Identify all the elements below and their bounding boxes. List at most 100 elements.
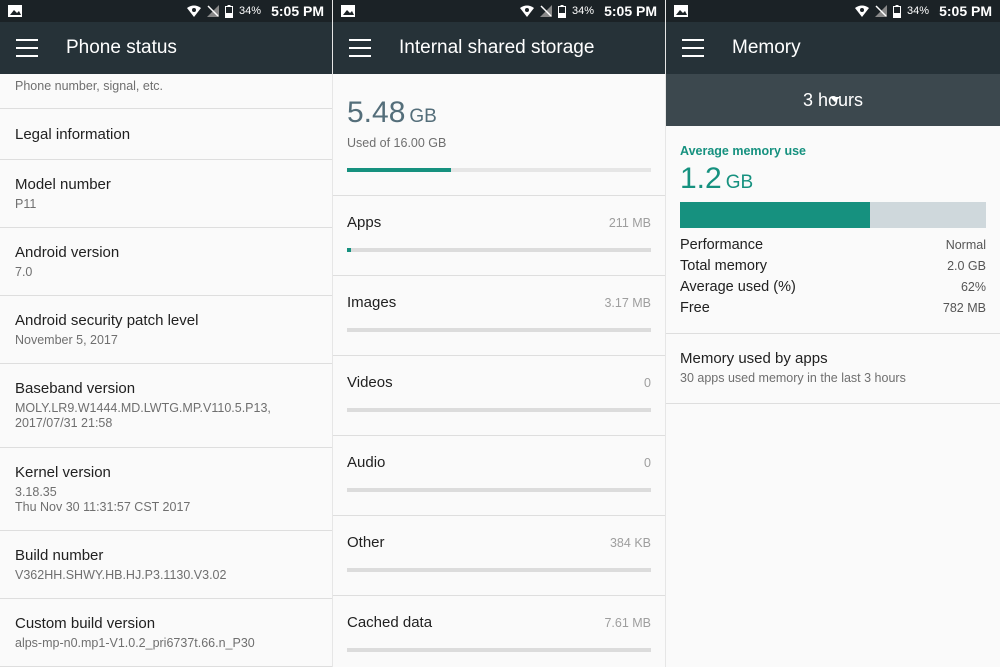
- menu-icon[interactable]: [16, 39, 38, 57]
- page-title: Memory: [732, 37, 801, 58]
- status-bar: 34% 5:05 PM: [666, 0, 1000, 22]
- memory-usage-fill: [680, 202, 870, 228]
- list-item-subtitle: alps-mp-n0.mp1-V1.0.2_pri6737t.66.n_P30: [15, 635, 255, 650]
- storage-row-value: 211 MB: [608, 216, 651, 230]
- storage-row-label: Other: [347, 534, 385, 551]
- list-item-legal[interactable]: Legal information: [0, 109, 332, 160]
- list-item-title: Build number: [15, 546, 104, 564]
- clock: 5:05 PM: [604, 3, 657, 19]
- no-signal-icon: [875, 5, 888, 17]
- average-memory-title: Average memory use: [680, 144, 806, 158]
- storage-row-bar: [347, 328, 651, 332]
- wifi-icon: [187, 5, 202, 17]
- storage-used-value: 5.48 GB: [347, 96, 437, 129]
- app-bar: Memory: [666, 22, 1000, 74]
- menu-icon[interactable]: [682, 39, 704, 57]
- storage-row-other[interactable]: Other 384 KB: [333, 516, 665, 596]
- battery-icon: [893, 4, 902, 18]
- storage-row-bar: [347, 488, 651, 492]
- storage-row-label: Videos: [347, 374, 393, 391]
- storage-row-label: Cached data: [347, 614, 433, 631]
- list-item-build-number[interactable]: Build number V362HH.SHWY.HB.HJ.P3.1130.V…: [0, 531, 332, 599]
- storage-row-bar: [347, 408, 651, 412]
- storage-row-value: 0: [644, 376, 651, 390]
- list-item-title: Custom build version: [15, 614, 156, 632]
- battery-icon: [225, 4, 234, 18]
- dropdown-arrow-icon: [830, 97, 840, 102]
- list-item-status[interactable]: Phone number, signal, etc.: [0, 74, 332, 109]
- memory-panel: 34% 5:05 PM Memory 3 hours Average memor…: [666, 0, 1000, 667]
- storage-row-bar: [347, 248, 651, 252]
- page-title: Internal shared storage: [399, 37, 595, 58]
- storage-panel: 34% 5:05 PM Internal shared storage 5.48…: [333, 0, 666, 667]
- storage-row-bar: [347, 648, 651, 652]
- list-item-subtitle: November 5, 2017: [15, 332, 118, 347]
- storage-row-videos[interactable]: Videos 0: [333, 356, 665, 436]
- list-item-subtitle: MOLY.LR9.W1444.MD.LWTG.MP.V110.5.P13, 20…: [15, 401, 271, 430]
- phone-status-panel: 34% 5:05 PM Phone status Phone number, s…: [0, 0, 333, 667]
- list-item-title: Android version: [15, 243, 120, 261]
- app-bar: Internal shared storage: [333, 22, 665, 74]
- list-item-title: Baseband version: [15, 380, 136, 397]
- app-bar: Phone status: [0, 22, 332, 74]
- status-bar: 34% 5:05 PM: [0, 0, 332, 22]
- storage-row-fill: [347, 248, 351, 252]
- list-item-security-patch[interactable]: Android security patch level November 5,…: [0, 296, 332, 364]
- storage-summary: 5.48 GB Used of 16.00 GB: [333, 74, 665, 196]
- stat-average-used: Average used (%) 62%: [680, 279, 986, 295]
- battery-percent: 34%: [239, 5, 262, 17]
- storage-row-label: Apps: [347, 214, 382, 231]
- storage-usage-bar: [347, 168, 651, 172]
- storage-row-value: 7.61 MB: [604, 616, 651, 630]
- screenshots-row: 34% 5:05 PM Phone status Phone number, s…: [0, 0, 1000, 667]
- storage-row-value: 0: [644, 456, 651, 470]
- list-item-title: Model number: [15, 175, 111, 193]
- storage-row-audio[interactable]: Audio 0: [333, 436, 665, 516]
- image-notification-icon: [341, 5, 355, 17]
- storage-row-cached-data[interactable]: Cached data 7.61 MB: [333, 596, 665, 667]
- list-item-android-version[interactable]: Android version 7.0: [0, 228, 332, 296]
- storage-row-images[interactable]: Images 3.17 MB: [333, 276, 665, 356]
- stat-performance: Performance Normal: [680, 237, 986, 253]
- stat-free: Free 782 MB: [680, 300, 986, 316]
- stat-total-memory: Total memory 2.0 GB: [680, 258, 986, 274]
- list-item-subtitle: P11: [15, 196, 37, 211]
- list-item-title: Android security patch level: [15, 311, 199, 329]
- average-memory-value: 1.2 GB: [680, 162, 754, 195]
- storage-row-label: Images: [347, 294, 397, 311]
- storage-row-value: 3.17 MB: [604, 296, 651, 310]
- clock: 5:05 PM: [939, 3, 992, 19]
- list-item-kernel[interactable]: Kernel version 3.18.35 Thu Nov 30 11:31:…: [0, 448, 332, 531]
- list-item-subtitle: 7.0: [15, 264, 33, 279]
- wifi-icon: [855, 5, 870, 17]
- list-item-title: Legal information: [15, 125, 131, 143]
- storage-row-apps[interactable]: Apps 211 MB: [333, 196, 665, 276]
- list-item-subtitle: Phone number, signal, etc.: [15, 79, 164, 93]
- wifi-icon: [520, 5, 535, 17]
- apps-row-subtitle: 30 apps used memory in the last 3 hours: [680, 371, 906, 385]
- page-title: Phone status: [66, 37, 177, 58]
- memory-stats: Performance Normal Total memory 2.0 GB Ave…: [680, 235, 986, 319]
- list-item-model[interactable]: Model number P11: [0, 160, 332, 228]
- clock: 5:05 PM: [271, 3, 324, 19]
- list-item-baseband[interactable]: Baseband version MOLY.LR9.W1444.MD.LWTG.…: [0, 364, 332, 448]
- storage-row-bar: [347, 568, 651, 572]
- duration-dropdown[interactable]: 3 hours: [666, 74, 1000, 126]
- storage-used-of: Used of 16.00 GB: [347, 136, 447, 150]
- list-item-subtitle: V362HH.SHWY.HB.HJ.P3.1130.V3.02: [15, 567, 227, 582]
- storage-row-value: 384 KB: [609, 536, 651, 550]
- battery-icon: [558, 4, 567, 18]
- image-notification-icon: [8, 5, 22, 17]
- list-item-custom-build[interactable]: Custom build version alps-mp-n0.mp1-V1.0…: [0, 599, 332, 667]
- no-signal-icon: [207, 5, 220, 17]
- list-item-title: Kernel version: [15, 463, 111, 481]
- list-item-subtitle: 3.18.35 Thu Nov 30 11:31:57 CST 2017: [15, 484, 191, 514]
- battery-percent: 34%: [907, 5, 930, 17]
- average-memory-section: Average memory use 1.2 GB Performance Norm…: [666, 126, 1000, 334]
- menu-icon[interactable]: [349, 39, 371, 57]
- memory-used-by-apps[interactable]: Memory used by apps 30 apps used memory …: [666, 334, 1000, 404]
- image-notification-icon: [674, 5, 688, 17]
- status-bar: 34% 5:05 PM: [333, 0, 665, 22]
- storage-row-label: Audio: [347, 454, 386, 471]
- storage-usage-fill: [347, 168, 452, 172]
